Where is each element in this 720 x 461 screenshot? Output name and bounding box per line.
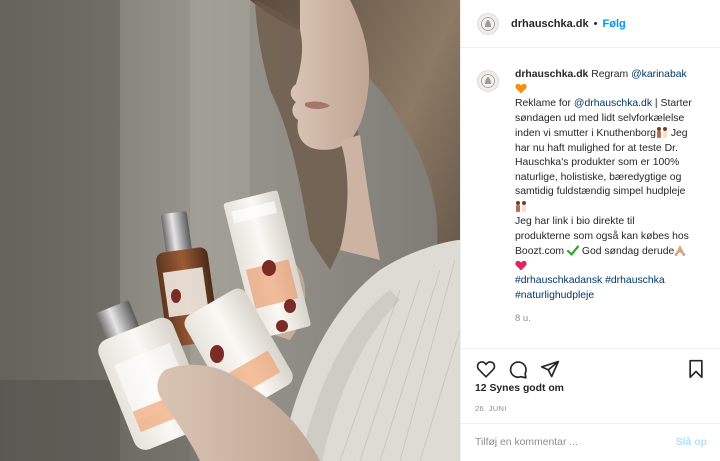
pink-heart-icon [515, 260, 527, 270]
caption-line: produkterne som også kan købes hos [515, 230, 689, 242]
avatar[interactable] [477, 12, 499, 35]
drhauschka-logo-icon [481, 74, 495, 88]
caption-age[interactable]: 8 u. [515, 312, 713, 327]
post-photo[interactable] [0, 0, 460, 461]
mention-link[interactable]: @drhauschka.dk [574, 98, 652, 109]
caption-line: Boozt.com [515, 246, 565, 257]
post-header: drhauschka.dk • Følg [461, 0, 720, 48]
orange-heart-icon [515, 83, 527, 93]
caption-line: | Starter [652, 98, 692, 109]
comments-area[interactable]: drhauschka.dk Regram @karinabak Reklame … [461, 49, 720, 347]
caption-line: Reklame for [515, 98, 574, 109]
caption-line: Jeg har link i bio direkte til [515, 216, 635, 227]
bookmark-icon [689, 359, 703, 379]
family-emoji-icon [656, 127, 667, 138]
hashtag-link[interactable]: #naturlighudpleje [515, 290, 594, 301]
caption-line: Jeg [667, 128, 688, 139]
caption-line: søndagen ud med lidt selvforkælelse [515, 112, 685, 124]
caption-line: Hauschka's produkter som er 100% [515, 157, 680, 168]
post-date[interactable]: 26. JUNI [475, 404, 507, 413]
comment-icon [509, 361, 527, 379]
caption-username[interactable]: drhauschka.dk [515, 69, 588, 80]
caption-line: inden vi smutter i Knuthenborg [515, 128, 656, 139]
family-emoji-icon [516, 200, 526, 212]
post-photo-image [0, 0, 460, 461]
post-sidebar: drhauschka.dk • Følg drhauschka.dk Regra… [460, 0, 720, 461]
caption-avatar[interactable] [477, 70, 499, 92]
comment-button[interactable] [507, 358, 529, 380]
comment-input[interactable] [475, 437, 676, 448]
caption: drhauschka.dk Regram @karinabak Reklame … [477, 68, 713, 327]
add-comment-section: Slå op [461, 423, 720, 461]
instagram-post: drhauschka.dk • Følg drhauschka.dk Regra… [0, 0, 720, 461]
share-icon [540, 360, 560, 378]
caption-line: samtidig fuldstændig simpel hudpleje [515, 186, 686, 197]
regram-user-link[interactable]: @karinabak [631, 69, 687, 80]
caption-text: drhauschka.dk Regram @karinabak Reklame … [515, 68, 713, 327]
share-button[interactable] [539, 358, 561, 380]
action-bar [461, 348, 720, 380]
caption-line: naturlige, holistiske, bæredygtige og [515, 171, 682, 183]
hashtag-link[interactable]: #drhauschkadansk [515, 275, 602, 286]
hashtag-link[interactable]: #drhauschka [605, 275, 665, 286]
caption-line: God søndag derude [578, 246, 675, 257]
caption-line: har nu haft mulighed for at teste Dr. [515, 142, 678, 154]
regram-label: Regram [591, 69, 629, 80]
check-mark-icon [566, 245, 579, 256]
drhauschka-logo-icon [481, 16, 495, 31]
likes-count[interactable]: 12 Synes godt om [475, 383, 564, 394]
like-button[interactable] [475, 358, 497, 380]
praying-hands-icon [674, 245, 686, 256]
post-comment-button[interactable]: Slå op [676, 437, 707, 448]
header-separator: • [593, 17, 598, 30]
heart-icon [476, 361, 496, 378]
save-button[interactable] [685, 358, 707, 380]
header-username[interactable]: drhauschka.dk [511, 18, 589, 30]
follow-button[interactable]: Følg [603, 18, 626, 30]
